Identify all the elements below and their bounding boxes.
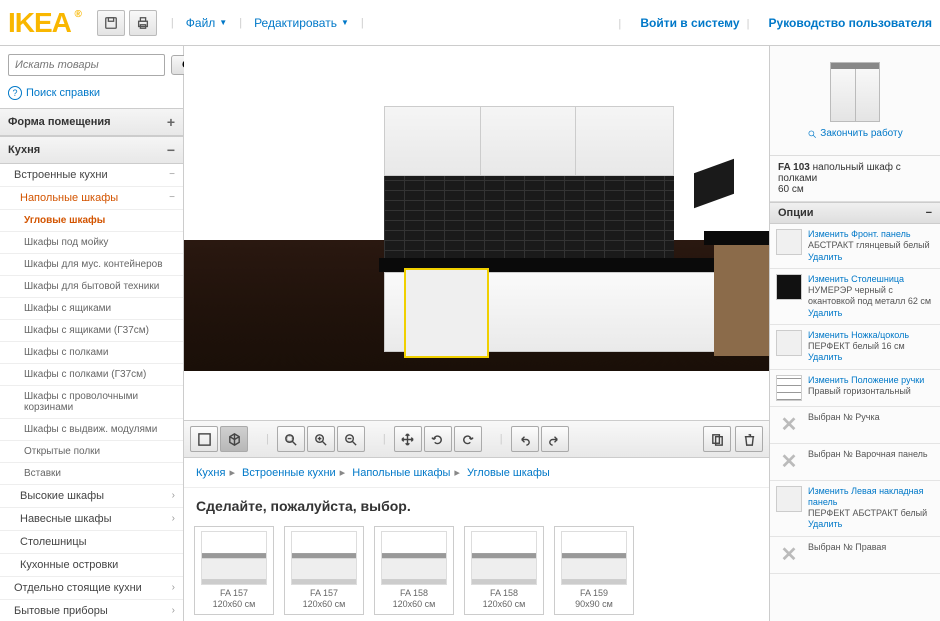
sb-floor-cabinets[interactable]: Напольные шкафы− [0,187,183,210]
sb-room-shape[interactable]: Форма помещения+ [0,108,183,136]
product-info: FA 103 напольный шкаф с полками 60 см [770,156,940,202]
undo-icon[interactable] [511,426,539,452]
breadcrumb: Кухня▸ Встроенные кухни▸ Напольные шкафы… [184,458,769,488]
rotate-left-icon[interactable] [424,426,452,452]
option-item[interactable]: Изменить Левая накладная панельПЕРФЕКТ А… [770,481,940,537]
sb-item[interactable]: Шкафы с полками (Г37см) [0,364,183,386]
option-item[interactable]: Изменить Ножка/цокольПЕРФЕКТ белый 16 см… [770,325,940,370]
option-item[interactable]: Изменить Фронт. панельАБСТРАКТ глянцевый… [770,224,940,269]
thumb-item[interactable]: FA 157120x60 см [284,526,364,615]
sb-appliances[interactable]: Бытовые приборы› [0,600,183,621]
sb-corner-cabinets[interactable]: Угловые шкафы [0,210,183,232]
thumb-item[interactable]: FA 15990x90 см [554,526,634,615]
canvas-column: | | | Кухня▸ Встроенные кухни▸ [184,46,770,621]
login-link[interactable]: Войти в систему [640,16,739,30]
3d-viewport[interactable] [184,46,769,420]
option-link[interactable]: Изменить Столешница [808,274,934,285]
sb-item[interactable]: Вставки [0,463,183,485]
option-swatch: ✕ [776,542,802,568]
option-delete[interactable]: Удалить [808,252,842,262]
copy-icon[interactable] [703,426,731,452]
bc-item[interactable]: Угловые шкафы [467,467,550,479]
search-input[interactable] [8,54,165,76]
sb-item[interactable]: Открытые полки [0,441,183,463]
option-swatch: ✕ [776,449,802,475]
guide-link[interactable]: Руководство пользователя [769,16,932,30]
delete-icon[interactable] [735,426,763,452]
bc-item[interactable]: Напольные шкафы [352,467,450,479]
sb-kitchen[interactable]: Кухня− [0,136,183,164]
option-swatch [776,486,802,512]
bc-item[interactable]: Кухня [196,467,225,479]
sb-countertops[interactable]: Столешницы [0,531,183,554]
option-item[interactable]: ✕Выбран № Варочная панель [770,444,940,481]
sidebar: ОК Поиск справки Форма помещения+ Кухня−… [0,46,184,621]
option-swatch: ✕ [776,412,802,438]
pan-icon[interactable] [394,426,422,452]
save-icon[interactable] [97,10,125,36]
rotate-right-icon[interactable] [454,426,482,452]
product-thumbnails: FA 157120x60 см FA 157120x60 см FA 15812… [184,520,769,621]
option-link[interactable]: Изменить Положение ручки [808,375,934,386]
option-delete[interactable]: Удалить [808,352,842,362]
topbar: IKEA | Файл▼ | Редактировать▼ | | Войти … [0,0,940,46]
bc-item[interactable]: Встроенные кухни [242,467,336,479]
thumb-item[interactable]: FA 158120x60 см [464,526,544,615]
options-header[interactable]: Опции− [770,202,940,224]
option-item[interactable]: Изменить Положение ручкиПравый горизонта… [770,370,940,407]
zoom-out-icon[interactable] [337,426,365,452]
selected-cabinet[interactable] [404,268,489,358]
option-delete[interactable]: Удалить [808,519,842,529]
option-swatch [776,330,802,356]
right-panel: Закончить работу FA 103 напольный шкаф с… [770,46,940,621]
zoom-fit-icon[interactable] [277,426,305,452]
option-link[interactable]: Изменить Ножка/цоколь [808,330,934,341]
thumb-item[interactable]: FA 158120x60 см [374,526,454,615]
option-item[interactable]: ✕Выбран № Ручка [770,407,940,444]
option-item[interactable]: Изменить СтолешницаНУМЕРЭР черный с окан… [770,269,940,325]
redo-icon[interactable] [541,426,569,452]
finish-work-link[interactable]: Закончить работу [807,128,902,139]
option-link[interactable]: Изменить Левая накладная панель [808,486,934,509]
sb-item[interactable]: Шкафы с полками [0,342,183,364]
edit-menu[interactable]: Редактировать▼ [254,16,349,30]
sb-islands[interactable]: Кухонные островки [0,554,183,577]
option-swatch [776,274,802,300]
sb-item[interactable]: Шкафы для бытовой техники [0,276,183,298]
sb-item[interactable]: Шкафы с проволочными корзинами [0,386,183,419]
print-icon[interactable] [129,10,157,36]
selection-prompt: Сделайте, пожалуйста, выбор. [184,488,769,520]
sb-item[interactable]: Шкафы под мойку [0,232,183,254]
sb-built-in[interactable]: Встроенные кухни− [0,164,183,187]
sb-item[interactable]: Шкафы с ящиками [0,298,183,320]
sb-freestanding[interactable]: Отдельно стоящие кухни› [0,577,183,600]
sb-item[interactable]: Шкафы с выдвиж. модулями [0,419,183,441]
thumb-item[interactable]: FA 157120x60 см [194,526,274,615]
zoom-in-icon[interactable] [307,426,335,452]
option-item[interactable]: ✕Выбран № Правая [770,537,940,574]
product-preview: Закончить работу [770,46,940,156]
sb-tall-cabinets[interactable]: Высокие шкафы› [0,485,183,508]
view-3d-icon[interactable] [220,426,248,452]
ikea-logo: IKEA [8,7,71,39]
help-link[interactable]: Поиск справки [0,84,183,108]
view-toolbar: | | | [184,420,769,458]
file-menu[interactable]: Файл▼ [186,16,227,30]
option-delete[interactable]: Удалить [808,308,842,318]
sb-wall-cabinets[interactable]: Навесные шкафы› [0,508,183,531]
option-link[interactable]: Изменить Фронт. панель [808,229,934,240]
sb-item[interactable]: Шкафы с ящиками (Г37см) [0,320,183,342]
option-swatch [776,229,802,255]
sb-item[interactable]: Шкафы для мус. контейнеров [0,254,183,276]
option-swatch [776,375,802,401]
view-2d-icon[interactable] [190,426,218,452]
